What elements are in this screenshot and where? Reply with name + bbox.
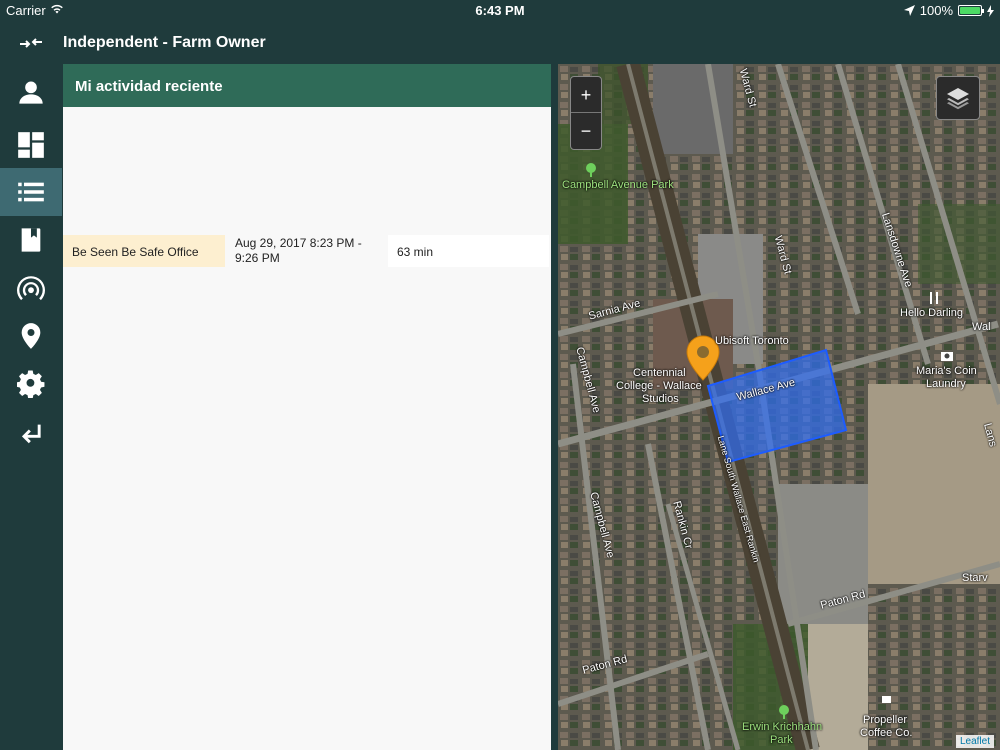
sidebar-item-profile[interactable] bbox=[0, 68, 62, 116]
place-label: College - Wallace bbox=[616, 380, 702, 392]
sidebar-item-settings[interactable] bbox=[0, 360, 62, 408]
app-header: Independent - Farm Owner bbox=[0, 22, 1000, 64]
sidebar-item-book[interactable] bbox=[0, 216, 62, 264]
activity-location: Be Seen Be Safe Office bbox=[63, 235, 225, 267]
sidebar-item-logout[interactable] bbox=[0, 410, 62, 458]
status-bar: Carrier 6:43 PM 100% bbox=[0, 0, 1000, 22]
panel-title: Mi actividad reciente bbox=[75, 78, 223, 95]
gear-icon bbox=[17, 370, 45, 398]
zoom-in-button[interactable]: + bbox=[571, 77, 601, 113]
broadcast-icon bbox=[17, 276, 45, 301]
app-title: Independent - Farm Owner bbox=[63, 34, 266, 51]
activity-row[interactable]: Be Seen Be Safe Office Aug 29, 2017 8:23… bbox=[63, 235, 551, 267]
park-label: Park bbox=[770, 734, 793, 746]
place-label: Laundry bbox=[926, 378, 966, 390]
panel-header: Mi actividad reciente bbox=[63, 64, 551, 107]
layers-button[interactable] bbox=[936, 76, 980, 120]
sidebar-nav bbox=[0, 64, 62, 750]
place-label: Centennial bbox=[633, 367, 686, 379]
park-label: Campbell Avenue Park bbox=[562, 179, 674, 191]
place-label: Studios bbox=[642, 393, 679, 405]
street-label: Wal bbox=[972, 321, 991, 333]
zoom-out-button[interactable]: − bbox=[571, 113, 601, 149]
activity-time-range: Aug 29, 2017 8:23 PM - 9:26 PM bbox=[235, 236, 362, 265]
place-label: Propeller bbox=[863, 714, 908, 726]
battery-percent: 100% bbox=[919, 3, 953, 18]
sidebar-item-activity[interactable] bbox=[0, 168, 62, 216]
laundry-icon bbox=[941, 352, 953, 361]
charging-icon bbox=[987, 4, 994, 17]
leaflet-attribution-link[interactable]: Leaflet bbox=[955, 735, 994, 748]
sidebar-item-dashboard[interactable] bbox=[0, 121, 62, 169]
place-label: Hello Darling bbox=[900, 307, 963, 319]
collapse-sidebar-button[interactable] bbox=[16, 30, 46, 56]
map-view[interactable]: Ward St Campbell Avenue Park Ward St Lan… bbox=[558, 64, 1000, 750]
sidebar-item-broadcast[interactable] bbox=[0, 265, 62, 313]
sidebar-item-locations[interactable] bbox=[0, 312, 62, 360]
collapse-arrows-icon bbox=[20, 38, 42, 48]
street-label: Starv bbox=[962, 572, 988, 584]
logout-icon bbox=[21, 424, 41, 444]
zoom-control: + − bbox=[570, 76, 602, 150]
list-icon bbox=[18, 182, 44, 202]
park-label: Erwin Krichhahn bbox=[742, 721, 823, 733]
place-label: Maria's Coin bbox=[916, 365, 977, 377]
location-arrow-icon bbox=[903, 5, 915, 16]
recent-activity-panel: Mi actividad reciente Be Seen Be Safe Of… bbox=[63, 64, 551, 750]
location-pin-icon bbox=[21, 323, 41, 349]
satellite-map-imagery bbox=[558, 64, 1000, 750]
coffee-icon bbox=[882, 696, 891, 703]
battery-icon bbox=[958, 5, 984, 16]
place-label: Coffee Co. bbox=[860, 727, 913, 739]
place-label: Ubisoft Toronto bbox=[715, 335, 789, 347]
activity-duration: 63 min bbox=[388, 235, 549, 267]
clock: 6:43 PM bbox=[475, 3, 525, 18]
dashboard-icon bbox=[18, 132, 44, 158]
book-icon bbox=[21, 228, 41, 252]
layers-icon bbox=[947, 88, 969, 110]
user-icon bbox=[19, 81, 43, 104]
